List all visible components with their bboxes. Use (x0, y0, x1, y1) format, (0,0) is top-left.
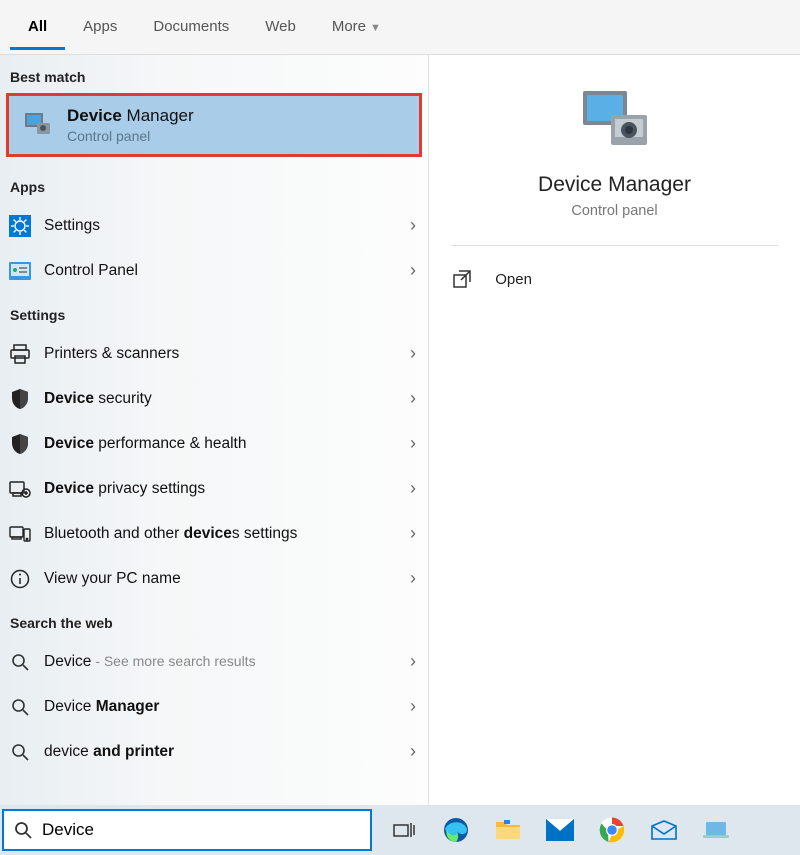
result-label: Printers & scanners (44, 345, 410, 363)
file-explorer-icon[interactable] (486, 810, 530, 850)
control-panel-icon (8, 259, 32, 283)
result-label: device and printer (44, 743, 410, 761)
tab-more[interactable]: More▼ (314, 4, 399, 50)
chevron-right-icon: › (410, 343, 416, 364)
web-result-device[interactable]: Device - See more search results › (0, 639, 428, 684)
section-settings: Settings (0, 293, 428, 331)
laptop-icon[interactable] (694, 810, 738, 850)
search-icon (8, 740, 32, 764)
result-device-privacy[interactable]: Device privacy settings › (0, 466, 428, 511)
search-box[interactable] (2, 809, 372, 851)
shield-icon (8, 432, 32, 456)
result-label: Device security (44, 390, 410, 408)
result-label: Device Manager (44, 698, 410, 716)
result-label: Settings (44, 217, 410, 235)
open-label: Open (495, 271, 532, 288)
tab-all[interactable]: All (10, 4, 65, 50)
result-settings[interactable]: Settings › (0, 203, 428, 248)
printer-icon (8, 342, 32, 366)
chevron-right-icon: › (410, 523, 416, 544)
filter-tabs: All Apps Documents Web More▼ (0, 0, 800, 55)
device-manager-icon (575, 85, 655, 155)
preview-panel: Device Manager Control panel Open (428, 55, 800, 805)
web-result-device-manager[interactable]: Device Manager › (0, 684, 428, 729)
section-apps: Apps (0, 165, 428, 203)
edge-icon[interactable] (434, 810, 478, 850)
search-icon (14, 821, 32, 839)
chevron-right-icon: › (410, 433, 416, 454)
taskbar (0, 805, 800, 855)
chevron-right-icon: › (410, 388, 416, 409)
search-input[interactable] (42, 820, 360, 840)
result-bluetooth-devices[interactable]: Bluetooth and other devices settings › (0, 511, 428, 556)
divider (451, 245, 777, 246)
results-panel: Best match Device Manager Control panel … (0, 55, 428, 805)
tab-apps[interactable]: Apps (65, 4, 135, 50)
tab-documents[interactable]: Documents (135, 4, 247, 50)
chevron-right-icon: › (410, 478, 416, 499)
result-label: View your PC name (44, 570, 410, 588)
mail-alt-icon[interactable] (642, 810, 686, 850)
chevron-right-icon: › (410, 741, 416, 762)
chevron-right-icon: › (410, 215, 416, 236)
privacy-icon (8, 477, 32, 501)
devices-icon (8, 522, 32, 546)
search-icon (8, 695, 32, 719)
preview-title: Device Manager (538, 173, 691, 197)
chrome-icon[interactable] (590, 810, 634, 850)
result-printers-scanners[interactable]: Printers & scanners › (0, 331, 428, 376)
result-label: Device - See more search results (44, 653, 410, 671)
best-match-title: Device Manager (67, 106, 194, 126)
device-manager-icon (21, 109, 53, 141)
shield-icon (8, 387, 32, 411)
preview-subtitle: Control panel (571, 203, 657, 219)
task-view-icon[interactable] (382, 810, 426, 850)
mail-icon[interactable] (538, 810, 582, 850)
best-match-subtitle: Control panel (67, 128, 194, 144)
section-web: Search the web (0, 601, 428, 639)
chevron-right-icon: › (410, 260, 416, 281)
result-label: Device performance & health (44, 435, 410, 453)
result-device-security[interactable]: Device security › (0, 376, 428, 421)
open-action[interactable]: Open (451, 264, 777, 294)
result-pc-name[interactable]: View your PC name › (0, 556, 428, 601)
settings-icon (8, 214, 32, 238)
web-result-device-printer[interactable]: device and printer › (0, 729, 428, 774)
chevron-right-icon: › (410, 696, 416, 717)
result-label: Bluetooth and other devices settings (44, 525, 410, 543)
section-best-match: Best match (0, 55, 428, 93)
search-icon (8, 650, 32, 674)
best-match-result[interactable]: Device Manager Control panel (6, 93, 422, 157)
chevron-right-icon: › (410, 568, 416, 589)
result-label: Control Panel (44, 262, 410, 280)
open-icon (453, 270, 471, 288)
chevron-down-icon: ▼ (370, 22, 381, 34)
result-label: Device privacy settings (44, 480, 410, 498)
tab-web[interactable]: Web (247, 4, 314, 50)
info-icon (8, 567, 32, 591)
result-device-performance[interactable]: Device performance & health › (0, 421, 428, 466)
chevron-right-icon: › (410, 651, 416, 672)
result-control-panel[interactable]: Control Panel › (0, 248, 428, 293)
